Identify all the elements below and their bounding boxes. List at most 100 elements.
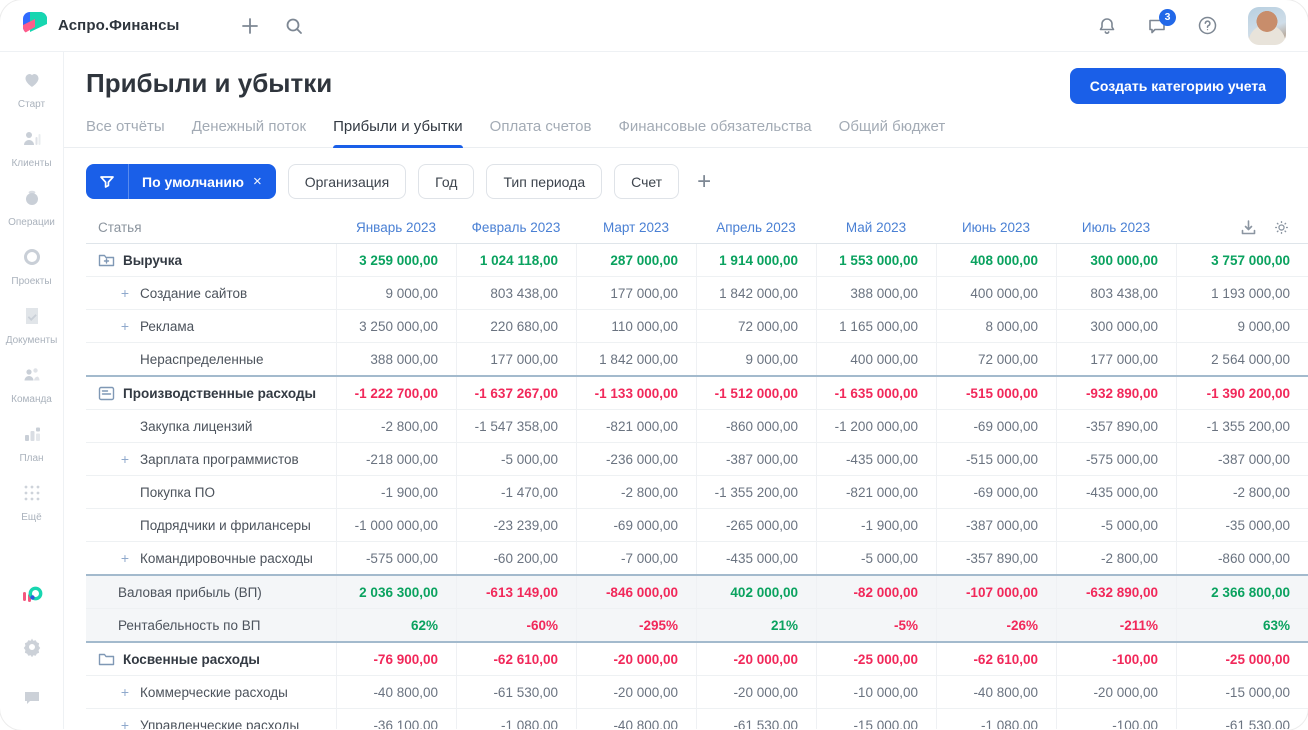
value-cell[interactable]: -5 000,00 [456,443,576,475]
row-label-cell[interactable]: Косвенные расходы [86,643,336,675]
value-cell[interactable]: 72 000,00 [936,343,1056,375]
value-cell[interactable]: 1 914 000,00 [696,244,816,276]
gear-icon[interactable] [22,637,42,662]
column-header-month[interactable]: Июль 2023 [1056,211,1176,243]
value-cell[interactable]: 110 000,00 [576,310,696,342]
value-cell[interactable]: -236 000,00 [576,443,696,475]
column-header-month[interactable]: Январь 2023 [336,211,456,243]
value-cell[interactable]: -211% [1056,609,1176,641]
value-cell[interactable]: 1 024 118,00 [456,244,576,276]
row-label-cell[interactable]: Закупка лицензий [86,410,336,442]
value-cell[interactable]: 388 000,00 [336,343,456,375]
expand-plus-icon[interactable]: + [118,285,132,301]
value-cell[interactable]: -40 800,00 [336,676,456,708]
value-cell[interactable]: -61 530,00 [456,676,576,708]
chat-icon[interactable]: 3 [1147,8,1176,36]
value-cell[interactable]: -1 470,00 [456,476,576,508]
sidebar-item-team[interactable]: Команда [6,365,58,405]
value-cell[interactable]: 287 000,00 [576,244,696,276]
value-cell[interactable]: -62 610,00 [456,643,576,675]
value-cell[interactable]: -76 900,00 [336,643,456,675]
value-cell[interactable]: 8 000,00 [936,310,1056,342]
value-cell[interactable]: 72 000,00 [696,310,816,342]
value-cell[interactable]: -20 000,00 [576,643,696,675]
value-cell[interactable]: -218 000,00 [336,443,456,475]
value-cell[interactable]: -60% [456,609,576,641]
value-cell[interactable]: -61 530,00 [1176,709,1308,729]
value-cell[interactable]: -100,00 [1056,709,1176,729]
value-cell[interactable]: 400 000,00 [936,277,1056,309]
value-cell[interactable]: -1 355 200,00 [696,476,816,508]
value-cell[interactable]: 63% [1176,609,1308,641]
value-cell[interactable]: -36 100,00 [336,709,456,729]
value-cell[interactable]: -821 000,00 [816,476,936,508]
tab[interactable]: Финансовые обязательства [618,118,811,147]
value-cell[interactable]: -7 000,00 [576,542,696,574]
tab[interactable]: Общий бюджет [839,118,946,147]
filter-chip[interactable]: Тип периода [486,164,603,199]
value-cell[interactable]: 408 000,00 [936,244,1056,276]
value-cell[interactable]: -69 000,00 [576,509,696,541]
value-cell[interactable]: 402 000,00 [696,576,816,608]
value-cell[interactable]: -265 000,00 [696,509,816,541]
value-cell[interactable]: -1 080,00 [456,709,576,729]
column-header-month[interactable]: Февраль 2023 [456,211,576,243]
value-cell[interactable]: -10 000,00 [816,676,936,708]
tab[interactable]: Прибыли и убытки [333,118,463,148]
value-cell[interactable]: 62% [336,609,456,641]
row-label-cell[interactable]: + Командировочные расходы [86,542,336,574]
row-label-cell[interactable]: + Создание сайтов [86,277,336,309]
expand-plus-icon[interactable]: + [118,684,132,700]
value-cell[interactable]: -613 149,00 [456,576,576,608]
value-cell[interactable]: -575 000,00 [1056,443,1176,475]
column-header-month[interactable]: Март 2023 [576,211,696,243]
value-cell[interactable]: 177 000,00 [456,343,576,375]
sidebar-item-clients[interactable]: Клиенты [6,129,58,169]
value-cell[interactable]: 220 680,00 [456,310,576,342]
value-cell[interactable]: -515 000,00 [936,377,1056,409]
value-cell[interactable]: -2 800,00 [1056,542,1176,574]
expand-plus-icon[interactable]: + [118,550,132,566]
value-cell[interactable]: -82 000,00 [816,576,936,608]
value-cell[interactable]: -69 000,00 [936,410,1056,442]
value-cell[interactable]: -515 000,00 [936,443,1056,475]
value-cell[interactable]: -860 000,00 [696,410,816,442]
table-settings-gear-icon[interactable] [1273,219,1290,236]
value-cell[interactable]: -387 000,00 [696,443,816,475]
tab[interactable]: Оплата счетов [490,118,592,147]
value-cell[interactable]: -1 900,00 [336,476,456,508]
value-cell[interactable]: -40 800,00 [936,676,1056,708]
filter-preset-pill[interactable]: По умолчанию × [86,164,276,199]
filter-chip[interactable]: Счет [614,164,680,199]
value-cell[interactable]: -2 800,00 [576,476,696,508]
value-cell[interactable]: -5 000,00 [1056,509,1176,541]
row-label-cell[interactable]: Покупка ПО [86,476,336,508]
value-cell[interactable]: -435 000,00 [1056,476,1176,508]
filter-chip[interactable]: Год [418,164,475,199]
value-cell[interactable]: 1 842 000,00 [696,277,816,309]
value-cell[interactable]: -387 000,00 [1176,443,1308,475]
value-cell[interactable]: -1 222 700,00 [336,377,456,409]
value-cell[interactable]: -387 000,00 [936,509,1056,541]
row-label-cell[interactable]: Рентабельность по ВП [86,609,336,641]
value-cell[interactable]: -20 000,00 [576,676,696,708]
expand-plus-icon[interactable]: + [118,318,132,334]
search-icon[interactable] [285,17,303,35]
value-cell[interactable]: 9 000,00 [336,277,456,309]
sidebar-item-start[interactable]: Старт [6,70,58,110]
add-icon[interactable] [241,17,259,35]
download-icon[interactable] [1240,219,1257,236]
column-header-article[interactable]: Статья [86,211,336,243]
row-label-cell[interactable]: + Реклама [86,310,336,342]
value-cell[interactable]: -20 000,00 [696,643,816,675]
value-cell[interactable]: -61 530,00 [696,709,816,729]
value-cell[interactable]: -1 390 200,00 [1176,377,1308,409]
value-cell[interactable]: -5% [816,609,936,641]
value-cell[interactable]: -357 890,00 [936,542,1056,574]
row-label-cell[interactable]: Производственные расходы [86,377,336,409]
value-cell[interactable]: -435 000,00 [696,542,816,574]
create-category-button[interactable]: Создать категорию учета [1069,68,1286,104]
row-label-cell[interactable]: Валовая прибыль (ВП) [86,576,336,608]
row-label-cell[interactable]: + Управленческие расходы [86,709,336,729]
value-cell[interactable]: -932 890,00 [1056,377,1176,409]
